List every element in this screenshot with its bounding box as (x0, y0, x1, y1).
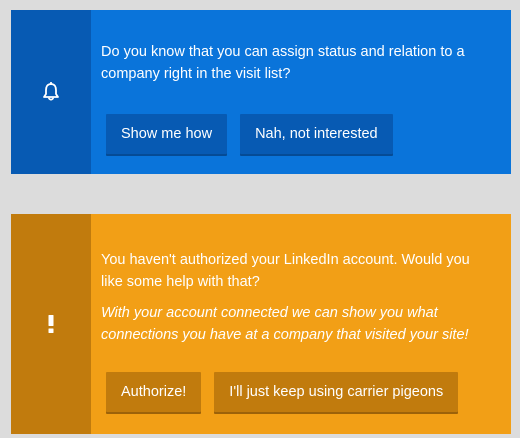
linkedin-auth-notification: You haven't authorized your LinkedIn acc… (11, 214, 511, 434)
notification-actions: Show me how Nah, not interested (106, 114, 393, 154)
dismiss-carrier-pigeons-button[interactable]: I'll just keep using carrier pigeons (214, 372, 459, 412)
exclamation-icon (46, 314, 56, 334)
notification-actions: Authorize! I'll just keep using carrier … (106, 372, 459, 412)
authorize-button[interactable]: Authorize! (106, 372, 202, 412)
notification-message: Do you know that you can assign status a… (101, 44, 465, 82)
show-me-how-button[interactable]: Show me how (106, 114, 228, 154)
notification-submessage: With your account connected we can show … (101, 305, 469, 343)
notification-message: You haven't authorized your LinkedIn acc… (101, 252, 470, 290)
notification-content: You haven't authorized your LinkedIn acc… (91, 214, 511, 434)
notification-icon-column (11, 214, 91, 434)
bell-icon (42, 82, 60, 102)
notification-icon-column (11, 10, 91, 174)
not-interested-button[interactable]: Nah, not interested (240, 114, 393, 154)
notification-content: Do you know that you can assign status a… (91, 10, 511, 174)
status-tip-notification: Do you know that you can assign status a… (11, 10, 511, 174)
